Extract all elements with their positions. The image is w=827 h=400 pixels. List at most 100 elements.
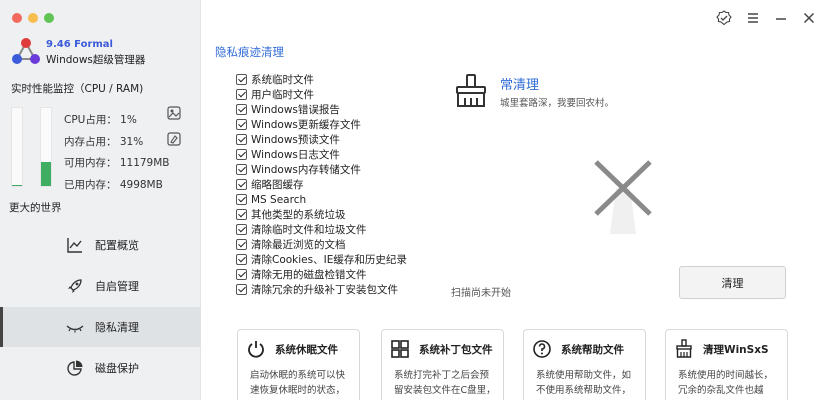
privacy-item-label: 清除Cookies、IE缓存和历史纪录 [251, 254, 407, 266]
minimize-icon[interactable] [773, 10, 789, 26]
privacy-item[interactable]: 清除最近浏览的文档 [236, 237, 407, 252]
ram-gauge [40, 107, 52, 187]
card-text: 系统打完补丁之后会预留安装包文件在C盘里， [394, 370, 496, 396]
minimize-window-button[interactable] [28, 13, 38, 23]
sidebar-item-label: 自启管理 [95, 280, 139, 293]
sidebar-item-config-overview[interactable]: 配置概览 [0, 225, 201, 265]
clean-button[interactable]: 清理 [679, 266, 786, 299]
sidebar-item-startup-manager[interactable]: 自启管理 [0, 266, 201, 306]
privacy-item[interactable]: Windows更新缓存文件 [236, 117, 407, 132]
sidebar-item-label: 磁盘保护 [95, 362, 139, 375]
maximize-window-button[interactable] [44, 13, 54, 23]
checkbox-checked[interactable] [236, 209, 247, 220]
privacy-item[interactable]: 清除冗余的升级补丁安装包文件 [236, 282, 407, 297]
checkbox-checked[interactable] [236, 224, 247, 235]
privacy-item[interactable]: 缩略图缓存 [236, 177, 407, 192]
checkbox-checked[interactable] [236, 119, 247, 130]
pie-chart-icon [67, 360, 83, 376]
windmill-icon [594, 160, 652, 234]
cpu-image-icon[interactable] [167, 106, 181, 120]
checkbox-checked[interactable] [236, 284, 247, 295]
privacy-item-label: Windows更新缓存文件 [251, 119, 361, 131]
app-name: Windows超级管理器 [46, 54, 146, 66]
privacy-item-label: 用户临时文件 [251, 89, 314, 101]
privacy-item-label: 清除最近浏览的文档 [251, 239, 346, 251]
close-window-button[interactable] [12, 13, 22, 23]
checkbox-checked[interactable] [236, 269, 247, 280]
privacy-item[interactable]: 清除无用的磁盘检错文件 [236, 267, 407, 282]
sidebar: 9.46 Formal Windows超级管理器 实时性能监控（CPU / RA… [0, 0, 201, 400]
memory-available: 可用内存： 11179MB [64, 157, 170, 169]
card-title: 系统休眠文件 [275, 344, 338, 356]
privacy-item[interactable]: 系统临时文件 [236, 72, 407, 87]
privacy-item-label: 缩略图缓存 [251, 179, 304, 191]
window-controls [12, 13, 54, 23]
privacy-item-label: Windows预读文件 [251, 134, 340, 146]
memory-usage: 内存占用： 31% [64, 136, 144, 148]
memory-clean-icon[interactable] [167, 132, 181, 146]
privacy-item-label: 其他类型的系统垃圾 [251, 209, 346, 221]
help-icon [533, 340, 551, 358]
checkbox-checked[interactable] [236, 134, 247, 145]
power-icon [248, 341, 264, 358]
privacy-item-label: Windows日志文件 [251, 149, 340, 161]
scan-status: 扫描尚未开始 [451, 288, 511, 299]
card-title: 系统帮助文件 [561, 344, 624, 356]
privacy-item-label: Windows错误报告 [251, 104, 340, 116]
privacy-item-label: 系统临时文件 [251, 74, 314, 86]
card-title: 清理WinSxS [703, 344, 769, 356]
privacy-item-label: 清除无用的磁盘检错文件 [251, 269, 367, 281]
privacy-item[interactable]: 清除临时文件和垃圾文件 [236, 222, 407, 237]
privacy-item[interactable]: 清除Cookies、IE缓存和历史纪录 [236, 252, 407, 267]
privacy-item-label: 清除临时文件和垃圾文件 [251, 224, 367, 236]
checkbox-checked[interactable] [236, 89, 247, 100]
eye-closed-icon [66, 325, 84, 333]
sidebar-item-label: 隐私清理 [95, 321, 139, 334]
windows-icon [391, 340, 409, 358]
bigger-world-label: 更大的世界 [9, 202, 62, 214]
sidebar-item-privacy-clean[interactable]: 隐私清理 [0, 307, 201, 347]
cpu-gauge-fill [12, 185, 22, 186]
privacy-item[interactable]: Windows内存转储文件 [236, 162, 407, 177]
privacy-item[interactable]: MS Search [236, 192, 407, 207]
privacy-item[interactable]: Windows错误报告 [236, 102, 407, 117]
privacy-item[interactable]: Windows日志文件 [236, 147, 407, 162]
menu-icon[interactable] [745, 10, 761, 26]
card-text: 启动休眠的系统可以快速恢复休眠时的状态， [250, 370, 346, 396]
card-text: 系统使用的时间越长，冗余的杂乱文件也越 [678, 370, 774, 396]
checkbox-checked[interactable] [236, 74, 247, 85]
checkbox-checked[interactable] [236, 179, 247, 190]
ram-gauge-fill [41, 161, 51, 186]
card-help-file[interactable]: 系统帮助文件 系统使用帮助文件，如不使用系统帮助文件， [523, 329, 646, 400]
privacy-item-label: Windows内存转储文件 [251, 164, 361, 176]
close-icon[interactable] [801, 10, 817, 26]
sidebar-item-label: 配置概览 [95, 239, 139, 252]
sidebar-item-disk-protection[interactable]: 磁盘保护 [0, 348, 201, 388]
card-winsxs[interactable]: 清理WinSxS 系统使用的时间越长，冗余的杂乱文件也越 [665, 329, 788, 400]
checkbox-checked[interactable] [236, 164, 247, 175]
app-version: 9.46 Formal [46, 39, 113, 50]
privacy-item[interactable]: 用户临时文件 [236, 87, 407, 102]
verified-badge-icon[interactable] [716, 10, 732, 26]
section-title: 隐私痕迹清理 [215, 45, 284, 59]
privacy-checklist: 系统临时文件 用户临时文件 Windows错误报告 Windows更新缓存文件 Wind… [236, 72, 407, 297]
card-title: 系统补丁包文件 [419, 344, 493, 356]
privacy-item-label: 清除冗余的升级补丁安装包文件 [251, 284, 398, 296]
cpu-usage: CPU占用： 1% [64, 114, 137, 126]
checkbox-checked[interactable] [236, 194, 247, 205]
privacy-item-label: MS Search [251, 193, 307, 206]
chart-line-icon [67, 238, 82, 253]
app-logo-icon [12, 38, 40, 64]
cleaner-title: 常清理 [500, 78, 540, 93]
card-patch-file[interactable]: 系统补丁包文件 系统打完补丁之后会预留安装包文件在C盘里， [381, 329, 504, 400]
cpu-gauge [11, 107, 23, 187]
checkbox-checked[interactable] [236, 149, 247, 160]
performance-title: 实时性能监控（CPU / RAM) [11, 83, 144, 95]
privacy-item[interactable]: 其他类型的系统垃圾 [236, 207, 407, 222]
checkbox-checked[interactable] [236, 239, 247, 250]
card-hibernation-file[interactable]: 系统休眠文件 启动休眠的系统可以快速恢复休眠时的状态， [237, 329, 360, 400]
rocket-icon [68, 279, 82, 293]
checkbox-checked[interactable] [236, 104, 247, 115]
checkbox-checked[interactable] [236, 254, 247, 265]
privacy-item[interactable]: Windows预读文件 [236, 132, 407, 147]
